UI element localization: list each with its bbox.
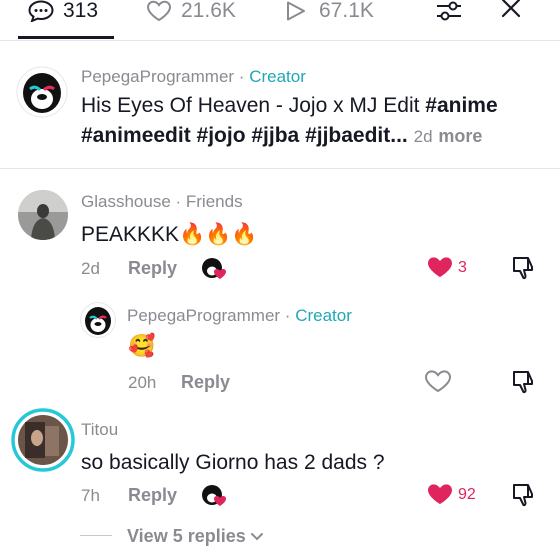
comment-author[interactable]: Glasshouse — [81, 192, 171, 211]
caption-text: His Eyes Of Heaven - Jojo x MJ Edit #ani… — [81, 94, 498, 117]
comment-author[interactable]: PepegaProgrammer — [127, 306, 280, 325]
creator-badge: Creator — [295, 306, 352, 325]
tab-likes[interactable]: 21.6K — [146, 0, 236, 22]
view-replies-label: View 5 replies — [127, 526, 246, 546]
dislike-icon[interactable] — [511, 254, 537, 282]
comment-author-line: Glasshouse · Friends — [81, 192, 243, 212]
divider — [0, 168, 560, 169]
heart-icon[interactable] — [426, 482, 454, 506]
comment-author[interactable]: Titou — [81, 420, 118, 440]
hashtags[interactable]: #animeedit #jojo #jjba #jjbaedit... — [81, 124, 408, 147]
hashtag[interactable]: #anime — [425, 94, 497, 117]
reply-button[interactable]: Reply — [128, 258, 177, 279]
dislike-icon[interactable] — [511, 368, 537, 396]
avatar[interactable] — [11, 408, 75, 472]
likes-count: 21.6K — [181, 0, 236, 22]
like-count: 92 — [458, 486, 476, 503]
avatar[interactable] — [16, 66, 68, 118]
heart-icon — [146, 0, 172, 22]
replies-connector-line — [80, 535, 112, 536]
heart-icon[interactable] — [426, 255, 454, 279]
tab-comments[interactable]: 313 — [28, 0, 98, 22]
creator-badge: Creator — [249, 67, 306, 86]
caption-tags-line: #animeedit #jojo #jjba #jjbaedit... 2d m… — [81, 121, 482, 151]
comment-icon — [28, 0, 54, 22]
views-count: 67.1K — [319, 0, 374, 22]
play-icon — [287, 1, 305, 21]
comment-text: PEAKKKK🔥🔥🔥 — [81, 223, 258, 246]
comment-emoji: 🥰 — [128, 333, 156, 358]
active-tab-indicator — [18, 36, 114, 39]
creator-liked-icon — [202, 485, 226, 506]
fire-emoji: 🔥🔥🔥 — [179, 223, 258, 246]
heart-icon[interactable] — [424, 369, 452, 393]
avatar[interactable] — [80, 302, 116, 338]
comment-time: 7h — [81, 486, 100, 505]
reply-button[interactable]: Reply — [181, 372, 230, 393]
caption-author-line: PepegaProgrammer · Creator — [81, 67, 306, 86]
like-count: 3 — [458, 259, 467, 276]
view-replies-button[interactable]: View 5 replies — [127, 526, 264, 547]
avatar[interactable] — [18, 190, 68, 240]
caption-time: 2d — [413, 127, 433, 146]
chevron-down-icon — [250, 532, 263, 540]
more-link[interactable]: more — [438, 126, 482, 146]
creator-liked-icon — [202, 258, 226, 279]
dislike-icon[interactable] — [511, 481, 537, 509]
caption-author[interactable]: PepegaProgrammer — [81, 67, 234, 86]
reply-button[interactable]: Reply — [128, 485, 177, 506]
tab-views[interactable]: 67.1K — [284, 0, 374, 22]
filter-icon[interactable] — [435, 0, 463, 22]
comment-text: so basically Giorno has 2 dads ? — [81, 451, 385, 474]
friend-label: · Friends — [170, 192, 243, 211]
reply-author-line: PepegaProgrammer · Creator — [127, 306, 352, 325]
comments-count: 313 — [63, 0, 99, 22]
comment-time: 2d — [81, 259, 100, 278]
close-icon[interactable] — [500, 0, 522, 18]
comment-time: 20h — [128, 373, 157, 392]
